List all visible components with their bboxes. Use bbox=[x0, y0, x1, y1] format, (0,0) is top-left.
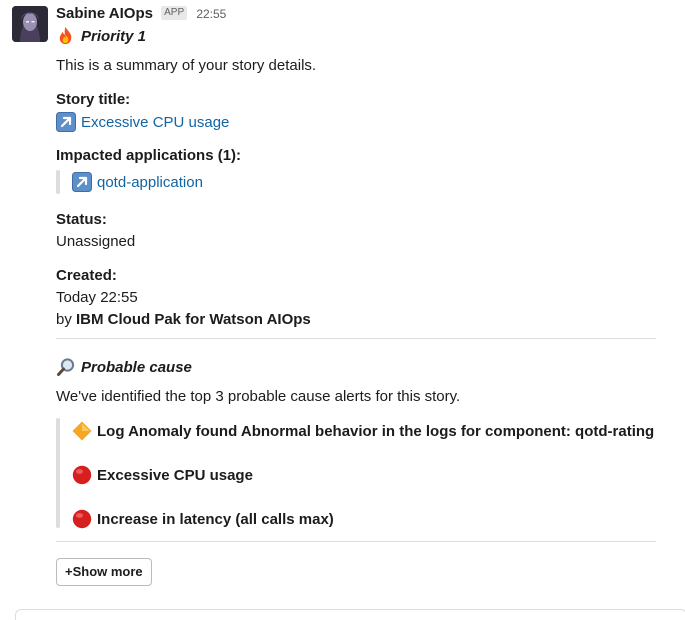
priority-line: Priority 1 bbox=[56, 26, 146, 47]
probable-cause-title: Probable cause bbox=[81, 359, 192, 376]
story-title-label: Story title: bbox=[56, 91, 131, 108]
magnifying-glass-icon bbox=[56, 357, 75, 376]
impacted-app-row: qotd-application bbox=[72, 172, 203, 193]
impacted-app-link[interactable]: qotd-application bbox=[97, 174, 203, 191]
orange-diamond-icon bbox=[72, 421, 92, 441]
created-by-prefix: by bbox=[56, 311, 72, 328]
alert-text: Increase in latency (all calls max) bbox=[97, 511, 334, 528]
arrow-up-right-icon bbox=[56, 112, 76, 132]
red-circle-icon bbox=[72, 509, 92, 529]
alert-text: Log Anomaly found Abnormal behavior in t… bbox=[97, 423, 655, 440]
status-label: Status: bbox=[56, 211, 107, 228]
quote-bar bbox=[56, 418, 60, 528]
red-circle-icon bbox=[72, 465, 92, 485]
app-badge: APP bbox=[161, 6, 188, 20]
summary-intro: This is a summary of your story details. bbox=[56, 57, 317, 74]
alert-item: Log Anomaly found Abnormal behavior in t… bbox=[72, 421, 654, 442]
divider bbox=[56, 338, 656, 339]
created-label: Created: bbox=[56, 267, 117, 284]
message-timestamp[interactable]: 22:55 bbox=[196, 7, 226, 21]
story-title-link[interactable]: Excessive CPU usage bbox=[81, 114, 229, 131]
created-by-name: IBM Cloud Pak for Watson AIOps bbox=[76, 311, 311, 328]
alert-item: Increase in latency (all calls max) bbox=[72, 509, 334, 530]
arrow-up-right-icon bbox=[72, 172, 92, 192]
probable-cause-heading: Probable cause bbox=[56, 357, 192, 378]
impacted-apps-label: Impacted applications (1): bbox=[56, 147, 242, 164]
alert-item: Excessive CPU usage bbox=[72, 465, 253, 486]
show-more-button[interactable]: +Show more bbox=[56, 558, 152, 586]
created-by-row: by IBM Cloud Pak for Watson AIOps bbox=[56, 310, 311, 330]
probable-cause-intro: We've identified the top 3 probable caus… bbox=[56, 388, 461, 405]
quote-bar bbox=[56, 170, 60, 194]
fire-icon bbox=[56, 26, 75, 45]
divider bbox=[56, 541, 656, 542]
status-value: Unassigned bbox=[56, 233, 136, 250]
alert-text: Excessive CPU usage bbox=[97, 467, 253, 484]
sender-name[interactable]: Sabine AIOps bbox=[56, 5, 153, 22]
story-title-row: Excessive CPU usage bbox=[56, 112, 229, 133]
message-header: Sabine AIOps APP 22:55 bbox=[56, 5, 226, 23]
created-time: Today 22:55 bbox=[56, 289, 138, 306]
priority-label: Priority 1 bbox=[81, 28, 147, 45]
avatar[interactable] bbox=[12, 6, 48, 42]
